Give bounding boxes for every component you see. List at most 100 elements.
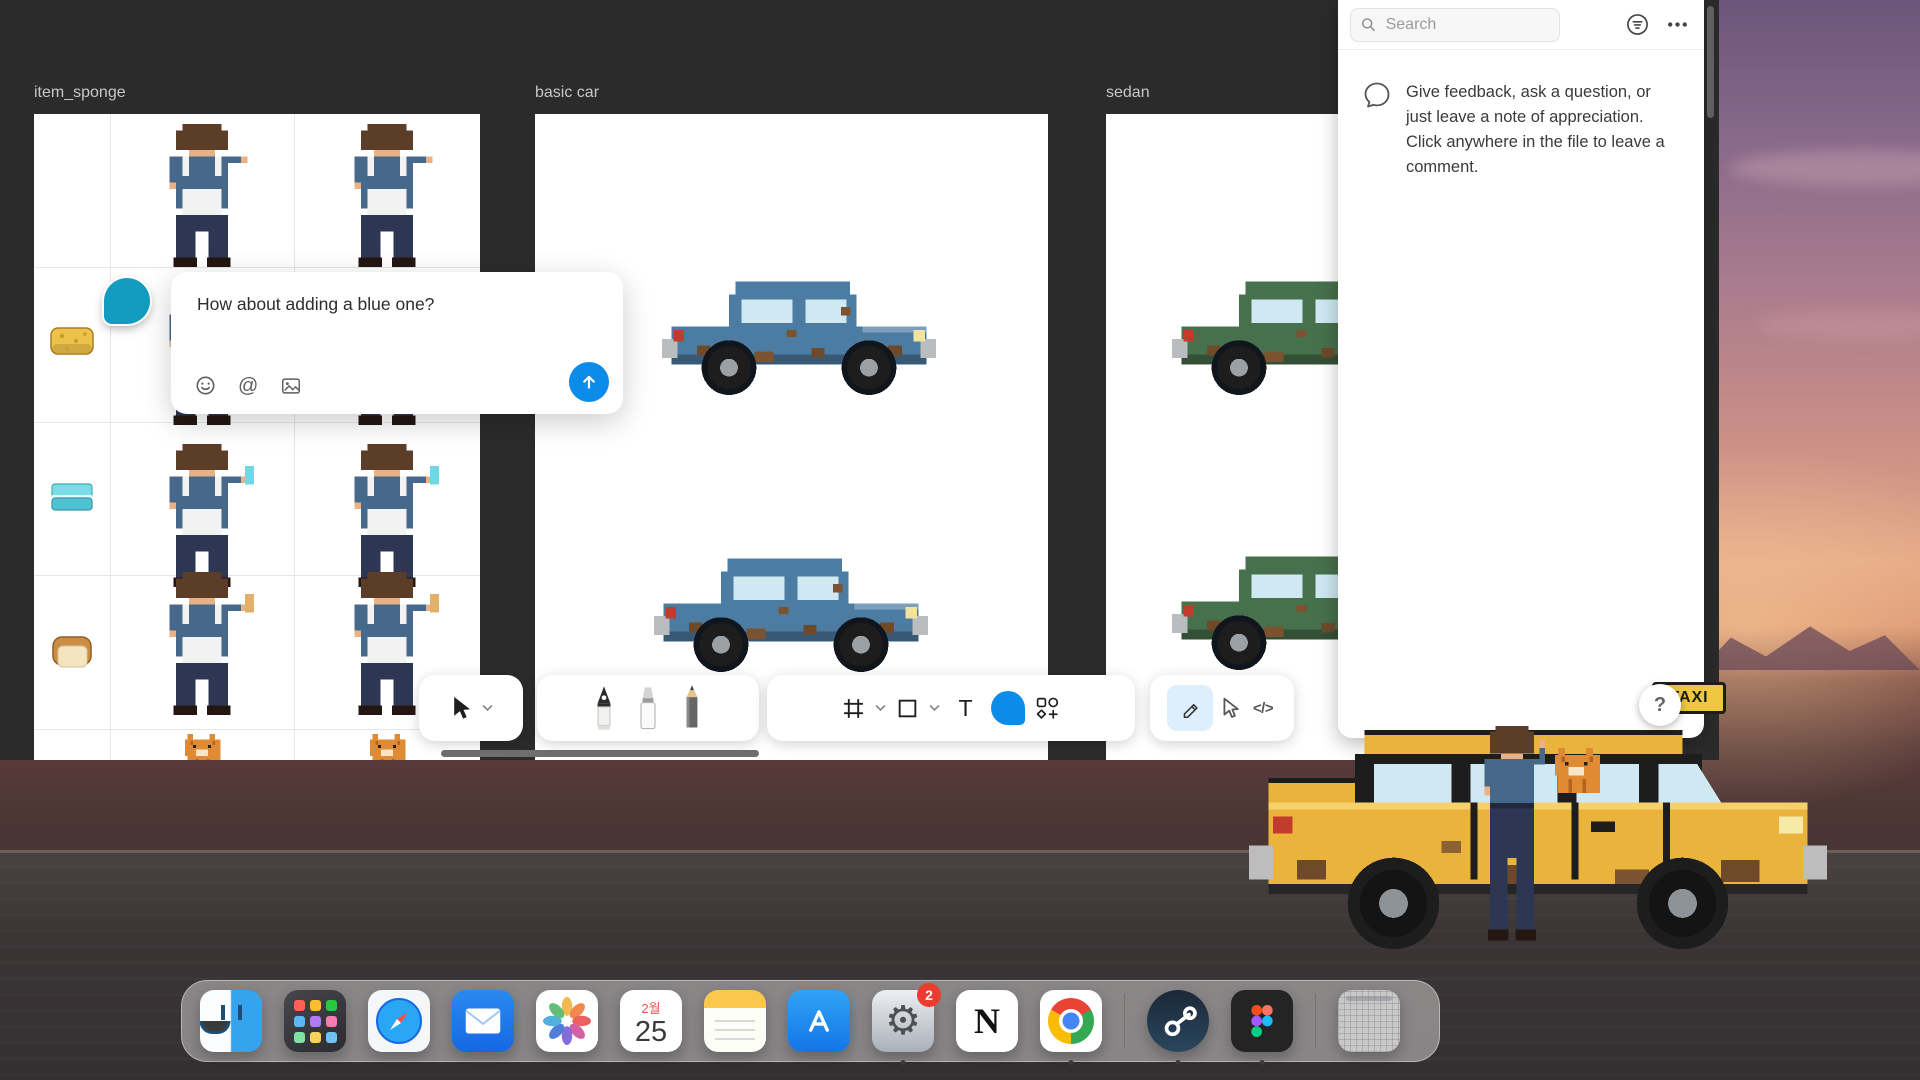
- dock-item-photos[interactable]: [536, 990, 598, 1052]
- help-button[interactable]: ?: [1639, 684, 1681, 726]
- comment-search[interactable]: [1350, 8, 1560, 42]
- move-tool-menu[interactable]: [482, 675, 493, 741]
- chrome-logo-icon: [1048, 998, 1094, 1044]
- marker-icon: [635, 683, 661, 733]
- dock-item-safari[interactable]: [368, 990, 430, 1052]
- notification-badge: 2: [917, 983, 941, 1007]
- comments-panel: Give feedback, ask a question, or just l…: [1338, 0, 1704, 738]
- cat-sprite[interactable]: [367, 734, 411, 760]
- dock-item-finder[interactable]: [200, 990, 262, 1052]
- chevron-down-icon: [875, 704, 886, 712]
- frame-basic-car[interactable]: [535, 114, 1048, 760]
- chevron-down-icon: [929, 704, 940, 712]
- frame-icon: [842, 697, 865, 720]
- pen-tool[interactable]: [591, 675, 617, 741]
- image-icon[interactable]: [280, 375, 302, 396]
- comments-info-text: Give feedback, ask a question, or just l…: [1406, 80, 1678, 180]
- calendar-month-label: 2월: [641, 998, 660, 1017]
- toolbar-object-group: T: [767, 675, 1135, 741]
- comment-draft-text[interactable]: How about adding a blue one?: [197, 294, 599, 315]
- filter-comments-button[interactable]: [1622, 10, 1652, 40]
- dock-separator: [1315, 994, 1316, 1048]
- dock-item-figma[interactable]: [1231, 990, 1293, 1052]
- dock-item-notion[interactable]: N: [956, 990, 1018, 1052]
- search-icon: [1361, 16, 1376, 33]
- dock-separator: [1124, 994, 1125, 1048]
- search-input[interactable]: [1384, 15, 1549, 35]
- pencil-tool[interactable]: [679, 675, 705, 741]
- frame-item-sponge[interactable]: [34, 114, 480, 760]
- frame-tool-menu[interactable]: [875, 675, 886, 741]
- filter-icon: [1625, 12, 1650, 37]
- panel-more-button[interactable]: [1662, 10, 1692, 40]
- taxi-driver-sprite: [1468, 726, 1556, 946]
- towel-sprite[interactable]: [49, 478, 95, 516]
- comment-pin[interactable]: [104, 278, 150, 324]
- dock-item-trash[interactable]: [1338, 990, 1400, 1052]
- figma-logo-icon: [1251, 1005, 1273, 1037]
- safari-compass-icon: [375, 997, 423, 1045]
- submit-comment-button[interactable]: [569, 362, 609, 402]
- dock-item-mail[interactable]: [452, 990, 514, 1052]
- grid-line: [110, 114, 111, 760]
- person-sprite[interactable]: [335, 124, 439, 267]
- bread-sprite[interactable]: [49, 632, 95, 672]
- frame-tool[interactable]: [842, 675, 865, 741]
- dock-item-chrome[interactable]: [1040, 990, 1102, 1052]
- canvas-horizontal-scrollbar[interactable]: [441, 750, 759, 757]
- dock-item-system-settings[interactable]: 2: [872, 990, 934, 1052]
- shape-tool[interactable]: [896, 675, 919, 741]
- shape-tool-menu[interactable]: [929, 675, 940, 741]
- toolbar-move-group: [419, 675, 523, 741]
- canvas-vertical-scrollbar[interactable]: [1707, 6, 1714, 118]
- text-tool-glyph: T: [950, 695, 980, 722]
- app-store-a-icon: [799, 1001, 839, 1041]
- launchpad-grid-dot: [310, 1032, 321, 1043]
- cursor-chat-tool[interactable]: [1221, 675, 1241, 741]
- move-tool[interactable]: [450, 675, 474, 741]
- cursor-outline-icon: [1221, 697, 1241, 719]
- dock-item-launchpad[interactable]: [284, 990, 346, 1052]
- person-sprite[interactable]: [150, 444, 254, 587]
- calendar-day-label: 25: [635, 1017, 667, 1047]
- blue-car-sprite[interactable]: [651, 546, 931, 686]
- marker-tool[interactable]: [635, 675, 661, 741]
- actions-tool[interactable]: [1035, 675, 1060, 741]
- mountains: [1700, 614, 1920, 670]
- grid-line: [34, 729, 480, 730]
- comments-panel-header: [1338, 0, 1704, 50]
- dock-item-app-store[interactable]: [788, 990, 850, 1052]
- dock-item-calendar[interactable]: 2월 25: [620, 990, 682, 1052]
- emoji-icon[interactable]: [195, 375, 216, 396]
- text-tool[interactable]: T: [950, 675, 980, 741]
- blue-car-sprite[interactable]: [659, 269, 939, 409]
- launchpad-grid-dot: [294, 1000, 305, 1011]
- person-sprite[interactable]: [150, 124, 254, 267]
- comments-panel-body: Give feedback, ask a question, or just l…: [1338, 50, 1704, 180]
- ellipsis-icon: [1665, 12, 1690, 37]
- comment-composer[interactable]: How about adding a blue one? @: [171, 272, 623, 414]
- chevron-down-icon: [482, 704, 493, 712]
- frame-label-item-sponge[interactable]: item_sponge: [34, 84, 126, 102]
- cloud: [1755, 310, 1920, 340]
- launchpad-grid-dot: [294, 1032, 305, 1043]
- person-sprite[interactable]: [150, 572, 254, 715]
- frame-label-sedan[interactable]: sedan: [1106, 84, 1150, 102]
- pen-icon: [591, 683, 617, 733]
- dock-item-steam[interactable]: [1147, 990, 1209, 1052]
- figma-window: item_sponge basic car sedan How about: [0, 0, 1719, 760]
- mention-icon[interactable]: @: [238, 376, 258, 396]
- annotate-highlight: [1167, 685, 1213, 731]
- annotate-tool[interactable]: [1167, 675, 1213, 741]
- comment-bubble-outline-icon: [1362, 80, 1392, 110]
- annotate-pencil-icon: [1178, 696, 1202, 720]
- dock-item-notes[interactable]: [704, 990, 766, 1052]
- launchpad-grid-dot: [326, 1000, 337, 1011]
- comment-tool-active[interactable]: [991, 675, 1025, 741]
- cat-sprite[interactable]: [182, 734, 226, 760]
- launchpad-grid-dot: [326, 1016, 337, 1027]
- sponge-sprite[interactable]: [49, 324, 95, 358]
- frame-label-basic-car[interactable]: basic car: [535, 84, 599, 102]
- person-sprite[interactable]: [335, 444, 439, 587]
- taxi-cat-sprite: [1551, 748, 1607, 793]
